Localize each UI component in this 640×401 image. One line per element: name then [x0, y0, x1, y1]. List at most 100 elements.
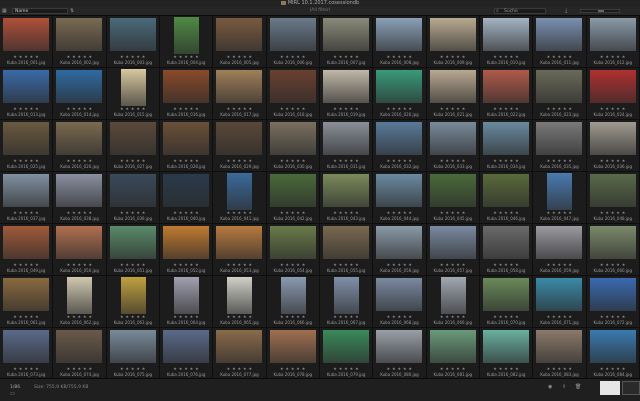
rating-stars[interactable]: ★ ★ ★ ★ ★ [320, 106, 372, 111]
trash-icon[interactable]: 🗑 [575, 384, 581, 390]
rating-stars[interactable]: ★ ★ ★ ★ ★ [587, 54, 639, 59]
rating-stars[interactable]: ★ ★ ★ ★ ★ [53, 54, 105, 59]
rating-stars[interactable]: ★ ★ ★ ★ ★ [427, 158, 479, 163]
rating-stars[interactable]: ★ ★ ★ ★ ★ [0, 314, 52, 319]
thumbnail-image[interactable] [269, 330, 316, 363]
thumbnail-cell[interactable]: ★ ★ ★ ★ ★ Kuba 2016_082.jpg [479, 328, 534, 380]
rating-stars[interactable]: ★ ★ ★ ★ ★ [213, 54, 265, 59]
thumbnail-cell[interactable]: ★ ★ ★ ★ ★ Kuba 2016_032.jpg [373, 120, 427, 172]
rating-stars[interactable]: ★ ★ ★ ★ ★ [480, 366, 532, 371]
thumbnail-image[interactable] [589, 70, 636, 103]
thumbnail-cell[interactable]: ★ ★ ★ ★ ★ Kuba 2016_003.jpg [106, 16, 160, 68]
thumbnail-image[interactable] [322, 174, 369, 207]
thumbnail-image[interactable] [482, 70, 529, 103]
thumbnail-image[interactable] [589, 278, 636, 311]
thumbnail-cell[interactable]: ★ ★ ★ ★ ★ Kuba 2016_069.jpg [426, 276, 480, 328]
thumbnail-image[interactable] [429, 122, 476, 155]
rating-stars[interactable]: ★ ★ ★ ★ ★ [320, 54, 372, 59]
thumbnail-image[interactable] [3, 70, 49, 103]
rating-stars[interactable]: ★ ★ ★ ★ ★ [373, 314, 425, 319]
thumbnail-image[interactable] [3, 122, 49, 155]
thumbnail-cell[interactable]: ★ ★ ★ ★ ★ Kuba 2016_027.jpg [106, 120, 160, 172]
rating-stars[interactable]: ★ ★ ★ ★ ★ [0, 106, 52, 111]
rating-stars[interactable]: ★ ★ ★ ★ ★ [213, 366, 265, 371]
thumbnail-image[interactable] [536, 278, 583, 311]
thumbnail-image[interactable] [322, 18, 369, 51]
thumbnail-cell[interactable]: ★ ★ ★ ★ ★ Kuba 2016_075.jpg [106, 328, 160, 380]
rating-stars[interactable]: ★ ★ ★ ★ ★ [533, 210, 585, 215]
rating-stars[interactable]: ★ ★ ★ ★ ★ [53, 158, 105, 163]
thumbnail-cell[interactable]: ★ ★ ★ ★ ★ Kuba 2016_024.jpg [586, 68, 640, 120]
thumbnail-image[interactable] [56, 18, 103, 51]
rating-stars[interactable]: ★ ★ ★ ★ ★ [373, 54, 425, 59]
thumbnail-cell[interactable]: ★ ★ ★ ★ ★ Kuba 2016_057.jpg [426, 224, 480, 276]
thumbnail-cell[interactable]: ★ ★ ★ ★ ★ Kuba 2016_077.jpg [213, 328, 267, 380]
thumbnail-image[interactable] [429, 70, 476, 103]
thumbnail-size-slider[interactable] [580, 9, 620, 13]
rating-stars[interactable]: ★ ★ ★ ★ ★ [373, 210, 425, 215]
thumbnail-image[interactable] [280, 277, 306, 314]
grid-view-icon[interactable]: ▦ [2, 7, 7, 15]
thumbnail-image[interactable] [429, 174, 476, 207]
thumbnail-cell[interactable]: ★ ★ ★ ★ ★ Kuba 2016_063.jpg [106, 276, 160, 328]
rating-stars[interactable]: ★ ★ ★ ★ ★ [320, 366, 372, 371]
thumbnail-cell[interactable]: ★ ★ ★ ★ ★ Kuba 2016_004.jpg [159, 16, 214, 68]
thumbnail-cell[interactable]: ★ ★ ★ ★ ★ Kuba 2016_068.jpg [373, 276, 427, 328]
thumbnail-image[interactable] [589, 18, 636, 51]
thumbnail-image[interactable] [536, 226, 583, 259]
preview-thumbnail[interactable] [600, 381, 620, 395]
rating-stars[interactable]: ★ ★ ★ ★ ★ [267, 262, 319, 267]
thumbnail-cell[interactable]: ★ ★ ★ ★ ★ Kuba 2016_074.jpg [53, 328, 107, 380]
thumbnail-image[interactable] [536, 122, 583, 155]
rating-stars[interactable]: ★ ★ ★ ★ ★ [53, 314, 105, 319]
thumbnail-cell[interactable]: ★ ★ ★ ★ ★ Kuba 2016_017.jpg [213, 68, 267, 120]
thumbnail-image[interactable] [269, 174, 316, 207]
sort-order-icon[interactable]: ⇅ [70, 7, 74, 15]
thumbnail-image[interactable] [589, 174, 636, 207]
thumbnail-image[interactable] [547, 173, 573, 210]
rating-stars[interactable]: ★ ★ ★ ★ ★ [213, 106, 265, 111]
thumbnail-cell[interactable]: ★ ★ ★ ★ ★ Kuba 2016_029.jpg [213, 120, 267, 172]
thumbnail-cell[interactable]: ★ ★ ★ ★ ★ Kuba 2016_047.jpg [533, 172, 587, 224]
thumbnail-cell[interactable]: ★ ★ ★ ★ ★ Kuba 2016_007.jpg [319, 16, 374, 68]
share-icon[interactable]: ⇪ [562, 384, 566, 390]
thumbnail-cell[interactable]: ★ ★ ★ ★ ★ Kuba 2016_028.jpg [159, 120, 214, 172]
thumbnail-cell[interactable]: ★ ★ ★ ★ ★ Kuba 2016_031.jpg [319, 120, 374, 172]
rating-stars[interactable]: ★ ★ ★ ★ ★ [107, 262, 159, 267]
thumbnail-cell[interactable]: ★ ★ ★ ★ ★ Kuba 2016_043.jpg [319, 172, 374, 224]
thumbnail-cell[interactable]: ★ ★ ★ ★ ★ Kuba 2016_048.jpg [586, 172, 640, 224]
thumbnail-image[interactable] [162, 226, 209, 259]
thumbnail-cell[interactable]: ★ ★ ★ ★ ★ Kuba 2016_071.jpg [533, 276, 587, 328]
thumbnail-image[interactable] [120, 277, 146, 314]
thumbnail-cell[interactable]: ★ ★ ★ ★ ★ Kuba 2016_001.jpg [0, 16, 54, 68]
download-icon[interactable]: ⤓ [565, 7, 567, 15]
thumbnail-image[interactable] [67, 277, 93, 314]
rating-stars[interactable]: ★ ★ ★ ★ ★ [267, 54, 319, 59]
thumbnail-image[interactable] [109, 174, 156, 207]
thumbnail-image[interactable] [162, 122, 209, 155]
rating-stars[interactable]: ★ ★ ★ ★ ★ [267, 106, 319, 111]
thumbnail-image[interactable] [269, 226, 316, 259]
thumbnail-image[interactable] [216, 122, 263, 155]
thumbnail-cell[interactable]: ★ ★ ★ ★ ★ Kuba 2016_021.jpg [426, 68, 480, 120]
rating-stars[interactable]: ★ ★ ★ ★ ★ [533, 54, 585, 59]
thumbnail-image[interactable] [536, 70, 583, 103]
rating-stars[interactable]: ★ ★ ★ ★ ★ [480, 54, 532, 59]
rating-stars[interactable]: ★ ★ ★ ★ ★ [213, 314, 265, 319]
thumbnail-cell[interactable]: ★ ★ ★ ★ ★ Kuba 2016_033.jpg [426, 120, 480, 172]
thumbnail-image[interactable] [589, 226, 636, 259]
thumbnail-cell[interactable]: ★ ★ ★ ★ ★ Kuba 2016_044.jpg [373, 172, 427, 224]
thumbnail-image[interactable] [162, 174, 209, 207]
thumbnail-cell[interactable]: ★ ★ ★ ★ ★ Kuba 2016_012.jpg [586, 16, 640, 68]
thumbnail-image[interactable] [536, 18, 583, 51]
thumbnail-cell[interactable]: ★ ★ ★ ★ ★ Kuba 2016_020.jpg [373, 68, 427, 120]
rating-stars[interactable]: ★ ★ ★ ★ ★ [480, 314, 532, 319]
thumbnail-image[interactable] [269, 70, 316, 103]
thumbnail-image[interactable] [482, 174, 529, 207]
thumbnail-image[interactable] [173, 17, 199, 54]
thumbnail-image[interactable] [109, 18, 156, 51]
rating-stars[interactable]: ★ ★ ★ ★ ★ [427, 210, 479, 215]
rating-stars[interactable]: ★ ★ ★ ★ ★ [427, 262, 479, 267]
rating-stars[interactable]: ★ ★ ★ ★ ★ [53, 210, 105, 215]
rating-stars[interactable]: ★ ★ ★ ★ ★ [587, 366, 639, 371]
